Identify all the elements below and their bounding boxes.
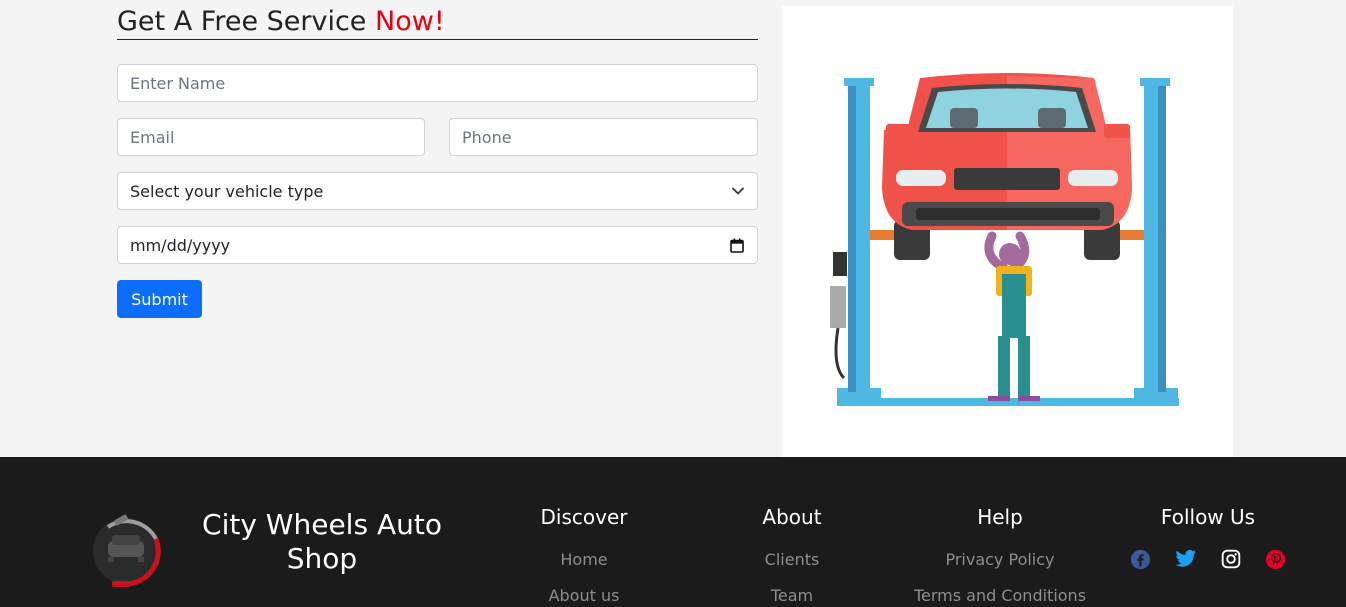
footer-column-about: About Clients Team: [682, 504, 902, 607]
email-input[interactable]: Email: [117, 118, 425, 156]
footer-column-help: Help Privacy Policy Terms and Conditions: [890, 504, 1110, 607]
form-title: Get A Free Service Now!: [117, 4, 758, 40]
mechanic-car-lift-illustration: [782, 6, 1233, 457]
chevron-down-icon: [731, 184, 745, 198]
name-placeholder: Enter Name: [130, 73, 226, 93]
submit-button[interactable]: Submit: [117, 280, 202, 318]
pinterest-icon[interactable]: [1265, 548, 1287, 570]
footer-column-title: Discover: [540, 505, 628, 529]
footer-link-team[interactable]: Team: [682, 586, 902, 606]
phone-placeholder: Phone: [462, 127, 512, 147]
footer-link-terms[interactable]: Terms and Conditions: [890, 586, 1110, 606]
date-placeholder: mm/dd/yyyy: [130, 235, 231, 255]
footer-link-clients[interactable]: Clients: [682, 550, 902, 570]
footer-column-title: Help: [977, 505, 1023, 529]
vehicle-select-value: Select your vehicle type: [130, 181, 324, 201]
form-title-text: Get A Free Service: [117, 6, 376, 37]
facebook-icon[interactable]: [1130, 548, 1152, 570]
form-title-accent: Now!: [375, 6, 445, 37]
social-links: [1098, 548, 1318, 570]
vehicle-type-select[interactable]: Select your vehicle type: [117, 172, 758, 210]
phone-input[interactable]: Phone: [449, 118, 758, 156]
service-form-section: Get A Free Service Now! Enter Name Email…: [0, 0, 1346, 457]
footer-column-discover: Discover Home About us: [474, 504, 694, 607]
date-input[interactable]: mm/dd/yyyy: [117, 226, 758, 264]
brand-logo[interactable]: [86, 509, 166, 599]
footer-column-title: About: [762, 505, 822, 529]
instagram-icon[interactable]: [1220, 548, 1242, 570]
twitter-icon[interactable]: [1174, 548, 1197, 570]
footer-link-privacy-policy[interactable]: Privacy Policy: [890, 550, 1110, 570]
site-footer: City Wheels Auto Shop Discover Home Abou…: [0, 457, 1346, 607]
footer-column-follow-us: Follow Us: [1098, 504, 1318, 570]
footer-link-home[interactable]: Home: [474, 550, 694, 570]
calendar-icon[interactable]: [729, 237, 745, 253]
name-input[interactable]: Enter Name: [117, 64, 758, 102]
email-placeholder: Email: [130, 127, 175, 147]
footer-link-about-us[interactable]: About us: [474, 586, 694, 606]
footer-column-title: Follow Us: [1160, 505, 1256, 529]
brand-name: City Wheels Auto Shop: [202, 508, 442, 575]
